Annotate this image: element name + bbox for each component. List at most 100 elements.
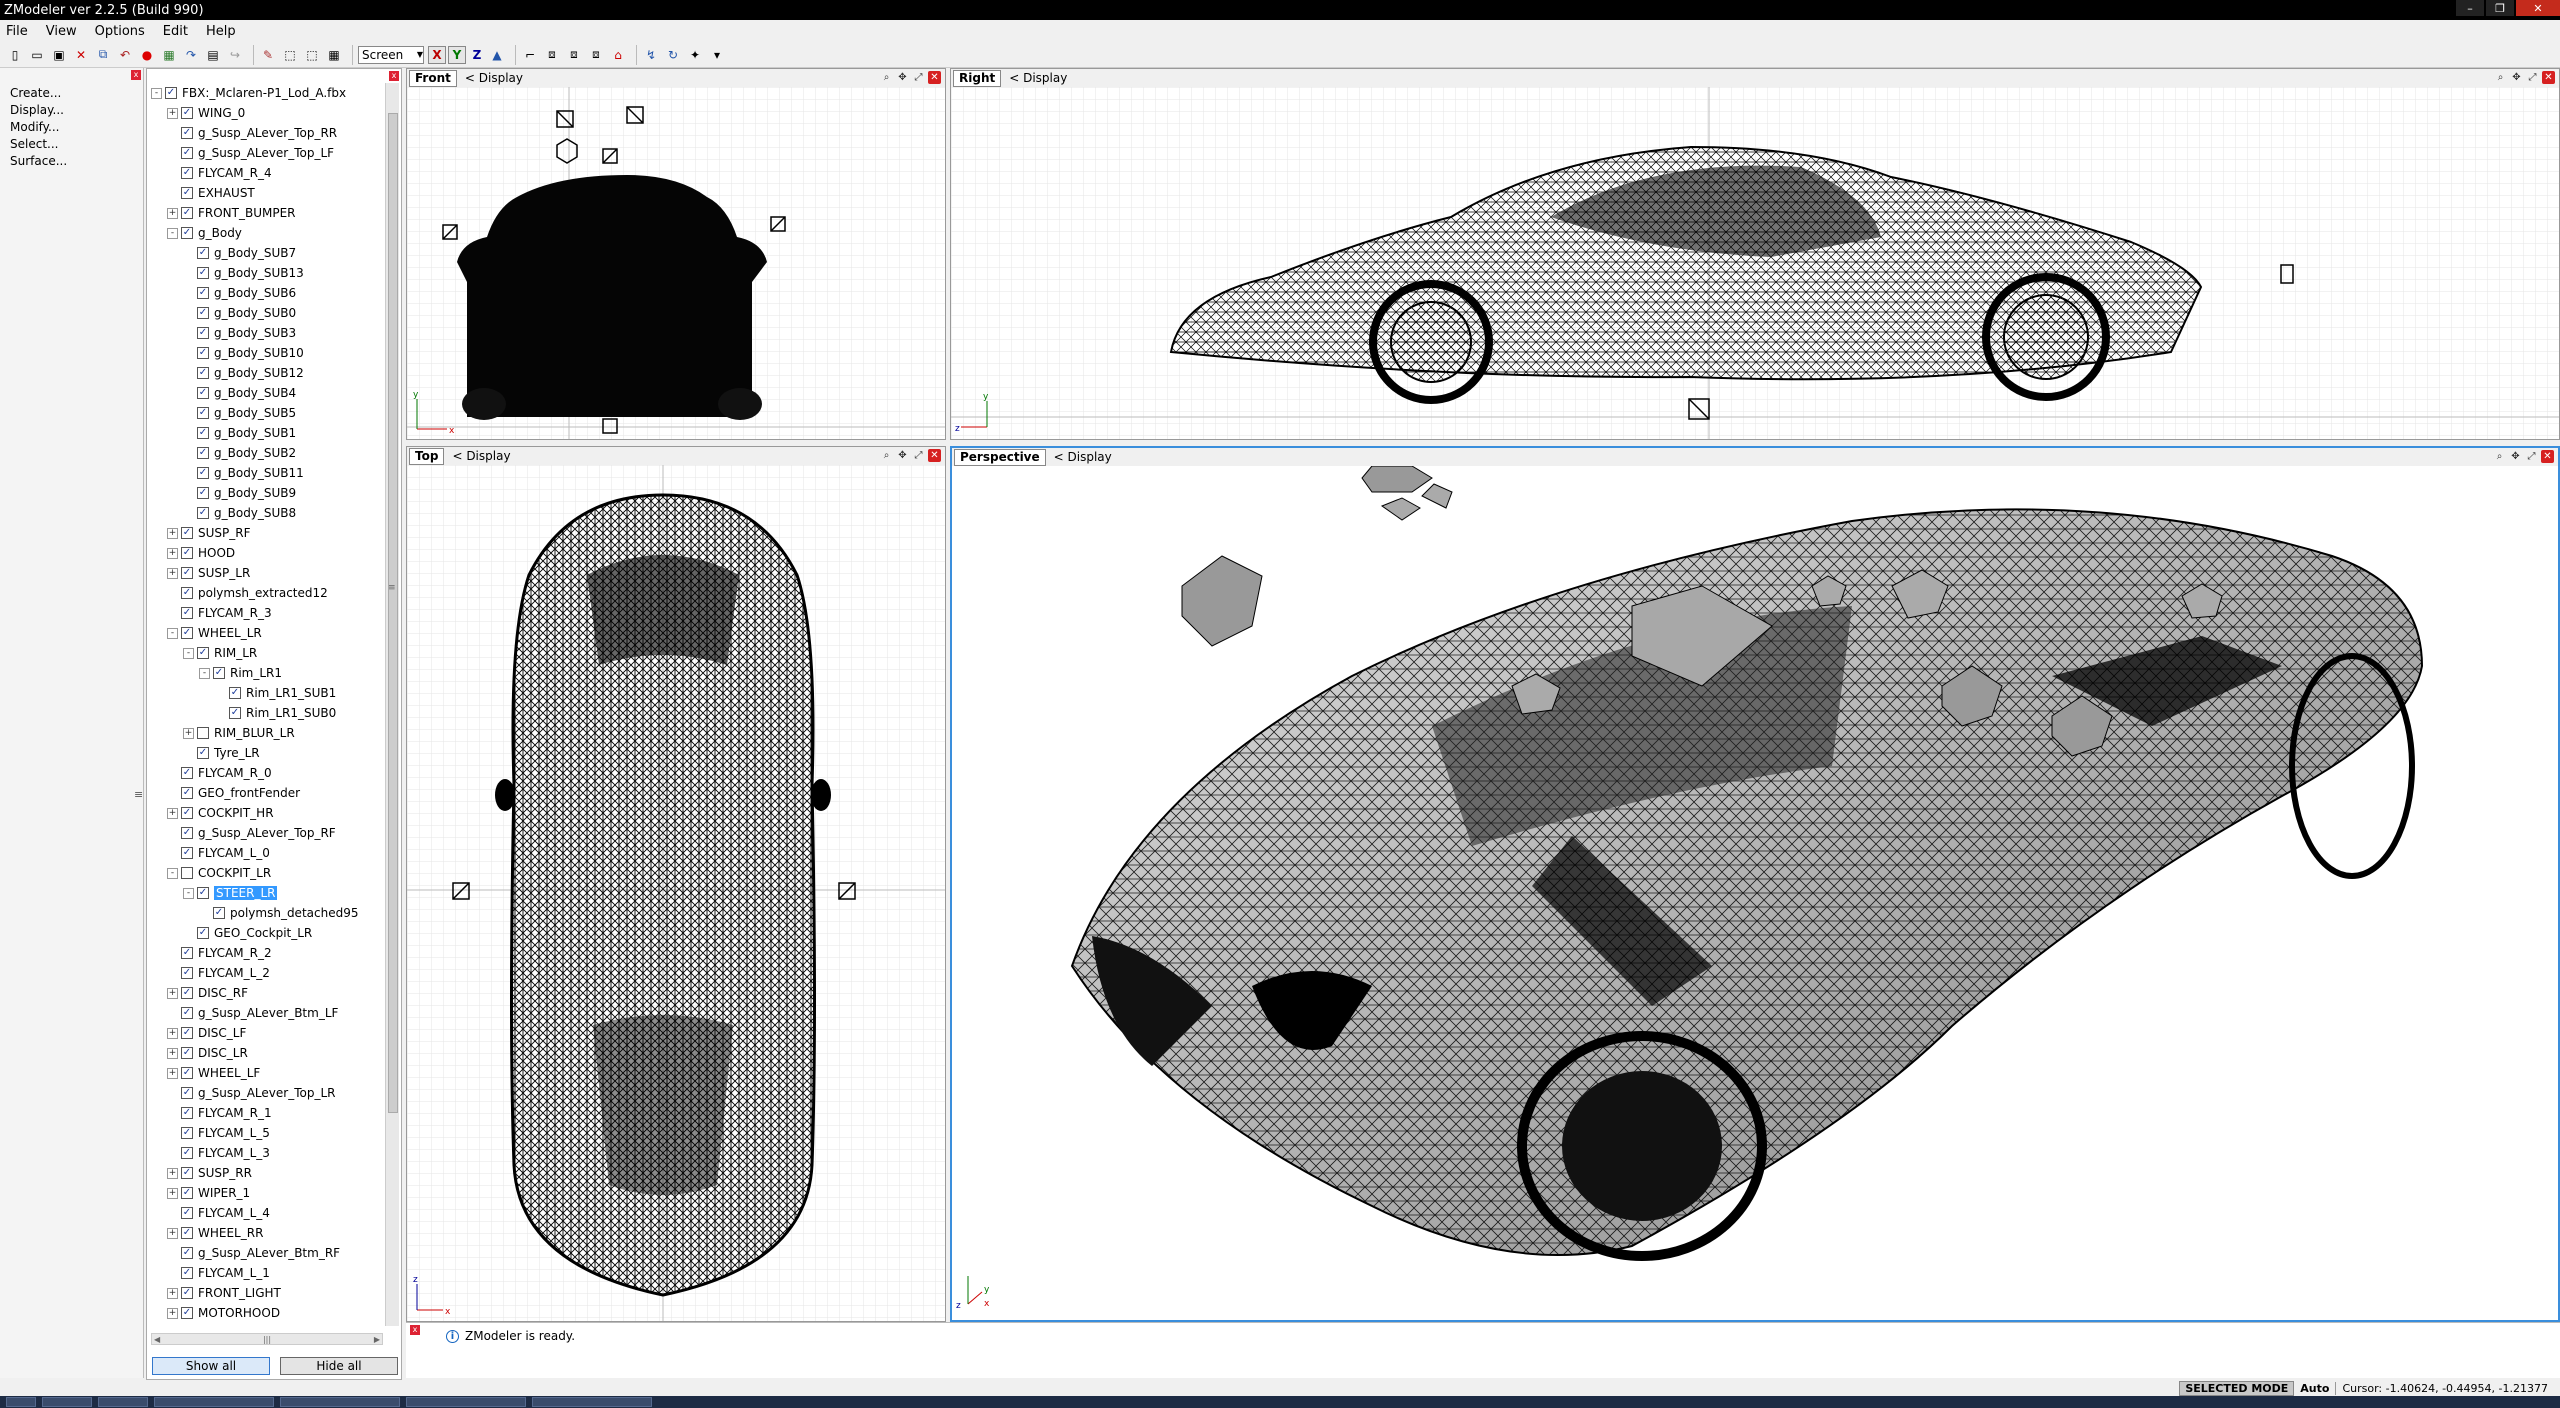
visibility-checkbox[interactable]: ✓ xyxy=(181,167,193,179)
tree-item[interactable]: ✓ FLYCAM_R_4 xyxy=(151,163,383,183)
tree-item[interactable]: + ✓ WIPER_1 xyxy=(151,1183,383,1203)
expand-icon[interactable]: + xyxy=(167,1307,178,1319)
coordinate-space-select[interactable]: Screen ▼ xyxy=(358,45,424,64)
maximize-viewport-icon[interactable]: ⤢ xyxy=(912,449,925,462)
visibility-checkbox[interactable]: ✓ xyxy=(181,1087,193,1099)
visibility-checkbox[interactable]: ✓ xyxy=(181,187,193,199)
visibility-checkbox[interactable]: ✓ xyxy=(197,427,209,439)
visibility-checkbox[interactable]: ✓ xyxy=(197,407,209,419)
visibility-checkbox[interactable]: ✓ xyxy=(181,587,193,599)
auto-indicator[interactable]: Auto xyxy=(2300,1382,2329,1395)
mesh-icon[interactable]: ▦ xyxy=(325,46,343,64)
move-icon[interactable]: ↯ xyxy=(642,46,660,64)
zoom-icon[interactable]: ⌕ xyxy=(880,449,893,462)
visibility-checkbox[interactable]: ✓ xyxy=(181,1007,193,1019)
display-menu[interactable]: < Display xyxy=(452,449,510,463)
tree-item[interactable]: + ✓ DISC_RF xyxy=(151,983,383,1003)
axis-x-toggle[interactable]: X xyxy=(428,45,446,64)
undo-icon[interactable]: ↶ xyxy=(116,46,134,64)
taskbar-item[interactable] xyxy=(98,1397,148,1407)
expand-icon[interactable]: + xyxy=(167,547,178,559)
axis-y-toggle[interactable]: Y xyxy=(448,45,466,64)
transform-icon[interactable]: ⌐ xyxy=(521,46,539,64)
close-icon[interactable]: x xyxy=(131,70,141,80)
taskbar-item[interactable] xyxy=(154,1397,274,1407)
visibility-checkbox[interactable]: ✓ xyxy=(181,1247,193,1259)
collapse-icon[interactable]: - xyxy=(183,887,194,899)
expand-icon[interactable]: + xyxy=(167,1027,178,1039)
open-file-icon[interactable]: ▭ xyxy=(28,46,46,64)
visibility-checkbox[interactable]: ✓ xyxy=(181,147,193,159)
tree-item[interactable]: ✓g_Susp_ALever_Btm_LR xyxy=(151,1323,383,1326)
tree-item[interactable]: + ✓ MOTORHOOD xyxy=(151,1303,383,1323)
tree-item[interactable]: + ✓ WHEEL_RR xyxy=(151,1223,383,1243)
perspective-view-canvas[interactable]: y z x xyxy=(952,466,2558,1320)
viewport-name[interactable]: Front xyxy=(409,69,457,87)
tree-item[interactable]: ✓ FLYCAM_R_2 xyxy=(151,943,383,963)
tree-item[interactable]: ✓ g_Body_SUB13 xyxy=(151,263,383,283)
tree-item[interactable]: + ✓ DISC_LF xyxy=(151,1023,383,1043)
tree-item[interactable]: ✓ g_Body_SUB1 xyxy=(151,423,383,443)
visibility-checkbox[interactable]: ✓ xyxy=(181,527,193,539)
tree-item[interactable]: + ✓ DISC_LR xyxy=(151,1043,383,1063)
visibility-checkbox[interactable]: ✓ xyxy=(229,687,241,699)
tree-item[interactable]: ✓ Rim_LR1_SUB1 xyxy=(151,683,383,703)
visibility-checkbox[interactable]: ✓ xyxy=(197,387,209,399)
taskbar-item[interactable] xyxy=(532,1397,652,1407)
pan-icon[interactable]: ✥ xyxy=(2509,450,2522,463)
visibility-checkbox[interactable]: ✓ xyxy=(181,947,193,959)
visibility-checkbox[interactable]: ✓ xyxy=(197,467,209,479)
visibility-checkbox[interactable]: ✓ xyxy=(181,1307,193,1319)
tree-item[interactable]: + ✓ SUSP_RF xyxy=(151,523,383,543)
tree-item[interactable]: - ✓ Rim_LR1 xyxy=(151,663,383,683)
visibility-checkbox[interactable]: ✓ xyxy=(197,447,209,459)
document-icon[interactable]: ▤ xyxy=(204,46,222,64)
tree-item[interactable]: ✓ FLYCAM_L_5 xyxy=(151,1123,383,1143)
tree-horizontal-scrollbar[interactable]: ◀ ||| ▶ xyxy=(151,1333,383,1345)
visibility-checkbox[interactable] xyxy=(197,727,209,739)
visibility-checkbox[interactable]: ✓ xyxy=(181,1107,193,1119)
collapse-icon[interactable]: - xyxy=(151,87,162,99)
tree-item[interactable]: ✓ g_Body_SUB2 xyxy=(151,443,383,463)
mode-indicator[interactable]: SELECTED MODE xyxy=(2179,1380,2295,1396)
expand-icon[interactable]: + xyxy=(167,1047,178,1059)
front-view-canvas[interactable]: x y xyxy=(407,87,945,439)
new-file-icon[interactable]: ▯ xyxy=(6,46,24,64)
zoom-icon[interactable]: ⌕ xyxy=(880,71,893,84)
visibility-checkbox[interactable]: ✓ xyxy=(181,127,193,139)
record-icon[interactable]: ● xyxy=(138,46,156,64)
command-select[interactable]: Select... xyxy=(0,135,143,152)
expand-icon[interactable]: + xyxy=(167,1067,178,1079)
tree-item[interactable]: ✓ FLYCAM_L_1 xyxy=(151,1263,383,1283)
tree-item[interactable]: ✓ g_Body_SUB12 xyxy=(151,363,383,383)
expand-icon[interactable]: + xyxy=(167,1187,178,1199)
tree-item[interactable]: - ✓ RIM_LR xyxy=(151,643,383,663)
zoom-icon[interactable]: ⌕ xyxy=(2493,450,2506,463)
tree-item[interactable]: + RIM_BLUR_LR xyxy=(151,723,383,743)
close-viewport-icon[interactable]: ✕ xyxy=(2541,450,2554,463)
tree-item[interactable]: ✓ g_Body_SUB5 xyxy=(151,403,383,423)
scroll-right-icon[interactable]: ▶ xyxy=(374,1335,380,1344)
tree-item[interactable]: ✓ FLYCAM_L_4 xyxy=(151,1203,383,1223)
viewport-right[interactable]: Right < Display ⌕ ✥ ⤢ ✕ z y xyxy=(950,68,2560,440)
collapse-icon[interactable]: - xyxy=(167,867,178,879)
tree-item[interactable]: ✓ Tyre_LR xyxy=(151,743,383,763)
visibility-checkbox[interactable]: ✓ xyxy=(181,607,193,619)
expand-icon[interactable]: + xyxy=(167,807,178,819)
visibility-checkbox[interactable]: ✓ xyxy=(213,907,225,919)
tree-item[interactable]: ✓ FLYCAM_L_0 xyxy=(151,843,383,863)
visibility-checkbox[interactable]: ✓ xyxy=(197,927,209,939)
visibility-checkbox[interactable]: ✓ xyxy=(197,887,209,899)
delete-icon[interactable]: ✕ xyxy=(72,46,90,64)
expand-icon[interactable]: + xyxy=(167,107,178,119)
close-icon[interactable]: x xyxy=(410,1325,420,1335)
visibility-checkbox[interactable]: ✓ xyxy=(229,707,241,719)
tree-item[interactable]: ✓ g_Body_SUB3 xyxy=(151,323,383,343)
visibility-checkbox[interactable] xyxy=(181,867,193,879)
collapse-icon[interactable]: - xyxy=(167,227,178,239)
panel-splitter-grip[interactable]: ≡ xyxy=(134,788,143,801)
maximize-viewport-icon[interactable]: ⤢ xyxy=(2525,450,2538,463)
start-button[interactable] xyxy=(6,1397,36,1407)
select-icon[interactable]: ⬚ xyxy=(281,46,299,64)
visibility-checkbox[interactable]: ✓ xyxy=(181,1227,193,1239)
